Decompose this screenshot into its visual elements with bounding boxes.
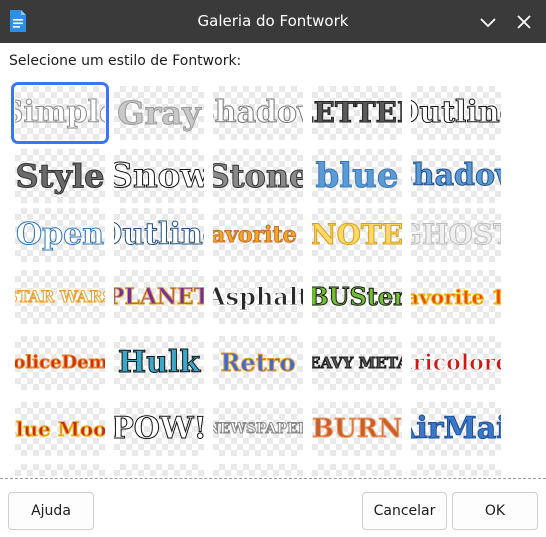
fontwork-style-item[interactable]: Gold Heart xyxy=(312,464,402,476)
fontwork-style-sample: blue xyxy=(315,156,399,196)
fontwork-style-sample: BUSter xyxy=(312,282,402,311)
fontwork-style-item[interactable]: HEAVY METAL xyxy=(312,336,402,390)
fontwork-style-item[interactable] xyxy=(213,464,303,476)
fontwork-style-item[interactable]: Simple xyxy=(11,82,109,144)
fontwork-style-item[interactable]: NOTE xyxy=(312,208,402,262)
fontwork-style-sample: Style xyxy=(15,157,105,195)
fontwork-style-sample: Outline xyxy=(411,95,501,130)
fontwork-style-item[interactable]: Shadow xyxy=(411,149,501,203)
fontwork-gallery[interactable]: Simple Gray Shadow LETTER Outline StyleSnowSt… xyxy=(9,80,538,476)
fontwork-style-sample: Simple xyxy=(15,95,105,130)
fontwork-style-item[interactable]: Stone xyxy=(213,149,303,203)
fontwork-style-item[interactable]: Favorite 16 xyxy=(411,270,501,324)
fontwork-style-sample: Shadow xyxy=(213,95,303,130)
fontwork-style-item[interactable]: Outline xyxy=(114,208,204,262)
title-bar: Galeria do Fontwork xyxy=(0,0,546,43)
fontwork-style-item[interactable]: NEWSPAPER xyxy=(213,402,303,456)
fontwork-style-item[interactable]: BUSter xyxy=(312,270,402,324)
close-icon[interactable] xyxy=(510,8,538,36)
fontwork-style-item[interactable]: PLANET xyxy=(114,270,204,324)
fontwork-style-sample: Snow xyxy=(114,156,204,196)
fontwork-style-sample: Gray xyxy=(117,94,202,132)
fontwork-style-sample: Blue Moon xyxy=(15,417,105,441)
fontwork-style-item[interactable]: Style xyxy=(15,149,105,203)
fontwork-style-item[interactable]: Turbo xyxy=(114,464,204,476)
fontwork-style-item[interactable]: PoliceDemo xyxy=(15,336,105,390)
fontwork-style-sample: PLANET xyxy=(114,284,204,310)
fontwork-style-sample: POW! xyxy=(114,411,204,446)
fontwork-style-item[interactable]: blue xyxy=(312,149,402,203)
fontwork-style-sample: Open xyxy=(15,217,104,252)
fontwork-style-item[interactable]: Favorite 2 xyxy=(213,208,303,262)
fontwork-style-sample: NEWSPAPER xyxy=(213,421,303,437)
fontwork-style-item[interactable]: Retro xyxy=(213,336,303,390)
window-title: Galeria do Fontwork xyxy=(197,12,349,30)
fontwork-style-sample: STAR WARS xyxy=(15,287,105,306)
fontwork-style-sample: NOTE xyxy=(312,218,402,251)
fontwork-style-sample: tricolore xyxy=(411,350,501,376)
fontwork-style-item[interactable]: NO WAY xyxy=(15,464,105,476)
fontwork-style-sample: HEAVY METAL xyxy=(312,353,402,372)
gallery-prompt: Selecione um estilo de Fontwork: xyxy=(9,53,242,69)
ok-button[interactable]: OK xyxy=(452,492,538,530)
fontwork-style-item[interactable]: STAR WARS xyxy=(15,270,105,324)
fontwork-style-sample: LETTER xyxy=(312,96,402,129)
fontwork-style-item[interactable]: Gray xyxy=(114,86,204,140)
fontwork-style-sample: Retro xyxy=(220,348,296,377)
fontwork-style-item[interactable]: Blue Moon xyxy=(15,402,105,456)
fontwork-style-item[interactable]: GHOST xyxy=(411,208,501,262)
fontwork-style-item[interactable]: Hulk xyxy=(114,336,204,390)
chevron-down-icon[interactable] xyxy=(474,8,502,36)
fontwork-style-item[interactable] xyxy=(411,464,501,476)
fontwork-style-item[interactable]: Shadow xyxy=(213,86,303,140)
fontwork-style-sample: Asphalt xyxy=(213,282,303,311)
fontwork-style-sample: Shadow xyxy=(411,158,501,193)
fontwork-style-item[interactable]: Asphalt xyxy=(213,270,303,324)
fontwork-style-item[interactable]: Open xyxy=(15,208,105,262)
help-button[interactable]: Ajuda xyxy=(8,492,94,530)
fontwork-style-sample: Favorite 2 xyxy=(213,222,303,248)
cancel-button[interactable]: Cancelar xyxy=(362,492,447,530)
fontwork-style-item[interactable]: AirMail xyxy=(411,402,501,456)
fontwork-style-item[interactable]: BURN xyxy=(312,402,402,456)
fontwork-style-sample: Outline xyxy=(114,217,204,252)
fontwork-style-sample: Favorite 16 xyxy=(411,285,501,309)
fontwork-style-item[interactable]: POW! xyxy=(114,402,204,456)
fontwork-style-sample: AirMail xyxy=(411,411,501,446)
fontwork-style-item[interactable]: tricolore xyxy=(411,336,501,390)
fontwork-style-sample: BURN xyxy=(312,414,402,444)
fontwork-style-sample: Stone xyxy=(213,157,303,195)
fontwork-style-item[interactable]: Snow xyxy=(114,149,204,203)
fontwork-style-item[interactable]: Outline xyxy=(411,86,501,140)
fontwork-style-sample: PoliceDemo xyxy=(15,352,105,373)
separator xyxy=(0,478,546,479)
fontwork-style-item[interactable]: LETTER xyxy=(312,86,402,140)
fontwork-style-sample: Hulk xyxy=(117,345,201,380)
fontwork-style-sample: GHOST xyxy=(411,218,501,251)
